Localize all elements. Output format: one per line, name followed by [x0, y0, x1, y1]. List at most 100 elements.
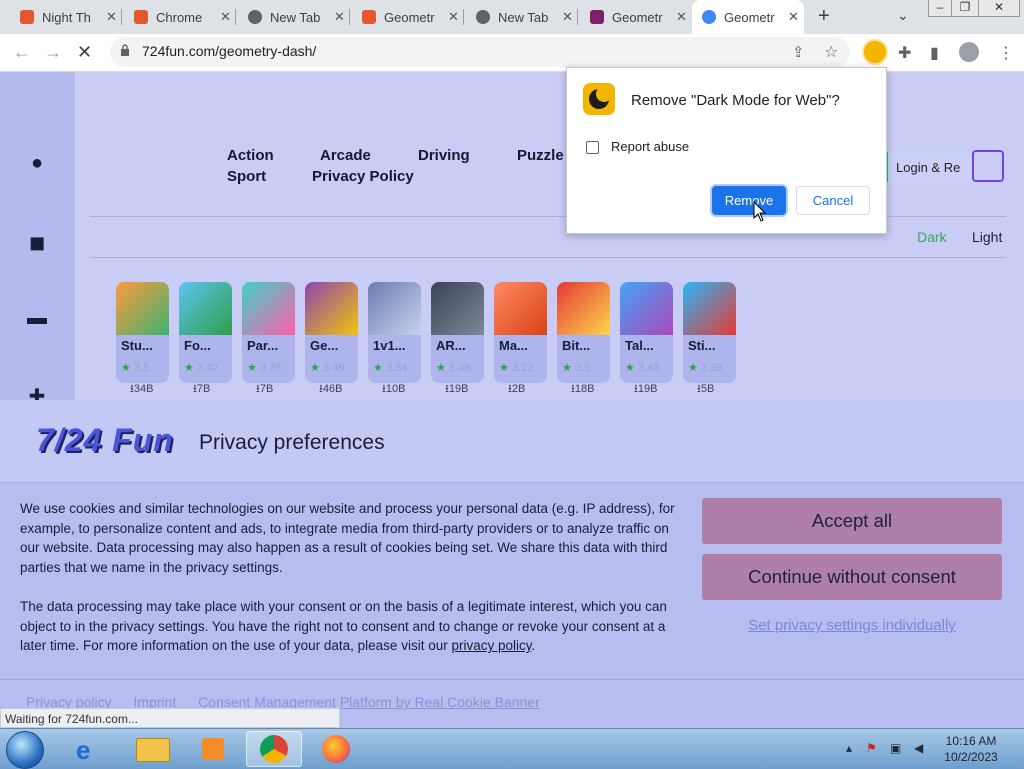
chrome-icon [260, 735, 288, 763]
game-card[interactable]: 1v1... ★ 3.54 ⭳10B [368, 282, 421, 395]
game-card[interactable]: Par... ★ 3.78 ⭳7B [242, 282, 295, 395]
menu-square-button[interactable] [972, 150, 1004, 182]
extensions-puzzle-icon[interactable]: ✚ [898, 43, 911, 63]
game-rating: ★ 3.5 [121, 361, 149, 374]
nav-privacy-policy[interactable]: Privacy Policy [312, 168, 414, 185]
tab-close-icon[interactable]: ✕ [562, 9, 573, 25]
game-downloads-value: 7B [259, 383, 274, 395]
game-card[interactable]: Fo... ★ 3.42 ⭳7B [179, 282, 232, 395]
game-card[interactable]: AR... ★ 3.48 ⭳19B [431, 282, 484, 395]
accept-all-button[interactable]: Accept all [702, 498, 1002, 544]
tab-search-chevron-icon[interactable]: ⌄ [897, 7, 909, 24]
cancel-button[interactable]: Cancel [796, 186, 870, 215]
game-card[interactable]: Stu... ★ 3.5 ⭳34B [116, 282, 169, 395]
privacy-policy-link[interactable]: privacy policy [451, 638, 531, 653]
game-thumbnail[interactable] [494, 282, 547, 335]
report-abuse-checkbox[interactable] [586, 141, 599, 154]
minimize-button[interactable]: – [928, 0, 952, 17]
taskbar-firefox-app[interactable] [308, 731, 364, 767]
tray-volume-icon[interactable]: ◀ [914, 741, 923, 755]
nav-driving[interactable]: Driving [418, 147, 470, 164]
taskbar-media-app[interactable] [186, 731, 242, 767]
dark-mode-extension-icon [583, 83, 615, 115]
game-thumbnail[interactable] [179, 282, 232, 335]
maximize-button[interactable]: ❐ [951, 0, 979, 17]
share-icon[interactable]: ⇪ [792, 43, 805, 61]
browser-tab[interactable]: New Tab ✕ [466, 0, 578, 34]
game-thumbnail[interactable] [431, 282, 484, 335]
remove-button[interactable]: Remove [712, 186, 786, 215]
theme-light-option[interactable]: Light [972, 229, 1002, 245]
tab-close-icon[interactable]: ✕ [676, 9, 687, 25]
game-thumbnail[interactable] [305, 282, 358, 335]
tab-close-icon[interactable]: ✕ [106, 9, 117, 25]
game-thumbnail[interactable] [620, 282, 673, 335]
game-rating: ★ 3.39 [688, 361, 722, 374]
taskbar-explorer-app[interactable] [124, 731, 180, 767]
login-register-button[interactable]: Login & Re [876, 152, 976, 182]
game-rating-value: 3.39 [700, 362, 723, 374]
game-downloads: ⭳10B [382, 380, 405, 399]
tab-close-icon[interactable]: ✕ [220, 9, 231, 25]
theme-dark-option[interactable]: Dark [917, 229, 947, 245]
tab-close-icon[interactable]: ✕ [334, 9, 345, 25]
taskbar-clock[interactable]: 10:16 AM 10/2/2023 [940, 733, 1002, 765]
game-rating-value: 3.43 [637, 362, 660, 374]
side-panel-icon[interactable]: ▮ [930, 43, 939, 63]
browser-tab[interactable]: New Tab ✕ [238, 0, 350, 34]
game-rating-value: 3.49 [322, 362, 345, 374]
nav-sport[interactable]: Sport [227, 168, 266, 185]
browser-tab[interactable]: Night Th ✕ [10, 0, 122, 34]
tab-close-icon[interactable]: ✕ [448, 9, 459, 25]
tab-favicon-icon [702, 10, 716, 24]
game-card[interactable]: Ma... ★ 3.23 ⭳2B [494, 282, 547, 395]
close-window-button[interactable]: ✕ [978, 0, 1020, 17]
game-card[interactable]: Sti... ★ 3.39 ⭳5B [683, 282, 736, 395]
forward-arrow-icon[interactable]: → [44, 42, 62, 63]
stop-loading-icon[interactable]: ✕ [77, 42, 92, 63]
game-card[interactable]: Tal... ★ 3.43 ⭳19B [620, 282, 673, 395]
taskbar-chrome-app[interactable] [246, 731, 302, 767]
start-button[interactable] [6, 731, 44, 769]
star-icon: ★ [247, 362, 257, 374]
game-downloads-value: 7B [196, 383, 211, 395]
tray-network-icon[interactable]: ▣ [890, 741, 901, 755]
report-abuse-label[interactable]: Report abuse [611, 139, 689, 154]
chrome-menu-icon[interactable]: ⋮ [998, 43, 1014, 63]
back-arrow-icon[interactable]: ← [13, 42, 31, 63]
tab-close-icon[interactable]: ✕ [788, 9, 799, 25]
address-bar[interactable]: 724fun.com/geometry-dash/ ⇪ ☆ [110, 37, 850, 67]
game-thumbnail[interactable] [683, 282, 736, 335]
nav-puzzle[interactable]: Puzzle [517, 147, 564, 164]
dark-mode-extension-icon[interactable] [862, 39, 888, 65]
nav-arcade[interactable]: Arcade [320, 147, 371, 164]
browser-tab[interactable]: Geometr ✕ [352, 0, 464, 34]
tray-flag-icon[interactable]: ⚑ [866, 741, 877, 755]
game-card[interactable]: Bit... ★ 3.5 ⭳18B [557, 282, 610, 395]
browser-tab-active[interactable]: Geometr ✕ [692, 0, 804, 34]
new-tab-button[interactable]: + [818, 5, 830, 28]
game-thumbnail[interactable] [368, 282, 421, 335]
game-rating: ★ 3.23 [499, 361, 533, 374]
game-thumbnail[interactable] [557, 282, 610, 335]
gamepad-icon[interactable]: ◼ [24, 230, 50, 254]
windows-taskbar: e ▴ ⚑ ▣ ◀ 10:16 AM 10/2/2023 [0, 728, 1024, 769]
tray-overflow-icon[interactable]: ▴ [846, 741, 852, 755]
set-privacy-settings-link[interactable]: Set privacy settings individually [702, 617, 1002, 634]
game-thumbnail[interactable] [242, 282, 295, 335]
bomb-icon[interactable]: ● [24, 152, 50, 174]
profile-avatar-icon[interactable] [959, 42, 979, 62]
game-card[interactable]: Ge... ★ 3.49 ⭳46B [305, 282, 358, 395]
browser-tab[interactable]: Geometr ✕ [580, 0, 692, 34]
taskbar-edge-app[interactable]: e [62, 731, 118, 767]
tab-title: Geometr [384, 9, 435, 25]
game-downloads: ⭳7B [193, 380, 210, 399]
tab-favicon-icon [134, 10, 148, 24]
game-thumbnail[interactable] [116, 282, 169, 335]
car-icon[interactable]: ▬ [24, 307, 50, 329]
continue-without-consent-button[interactable]: Continue without consent [702, 554, 1002, 600]
bookmark-star-icon[interactable]: ☆ [824, 42, 838, 62]
star-icon: ★ [499, 362, 509, 374]
browser-tab[interactable]: Chrome ✕ [124, 0, 236, 34]
nav-action[interactable]: Action [227, 147, 274, 164]
